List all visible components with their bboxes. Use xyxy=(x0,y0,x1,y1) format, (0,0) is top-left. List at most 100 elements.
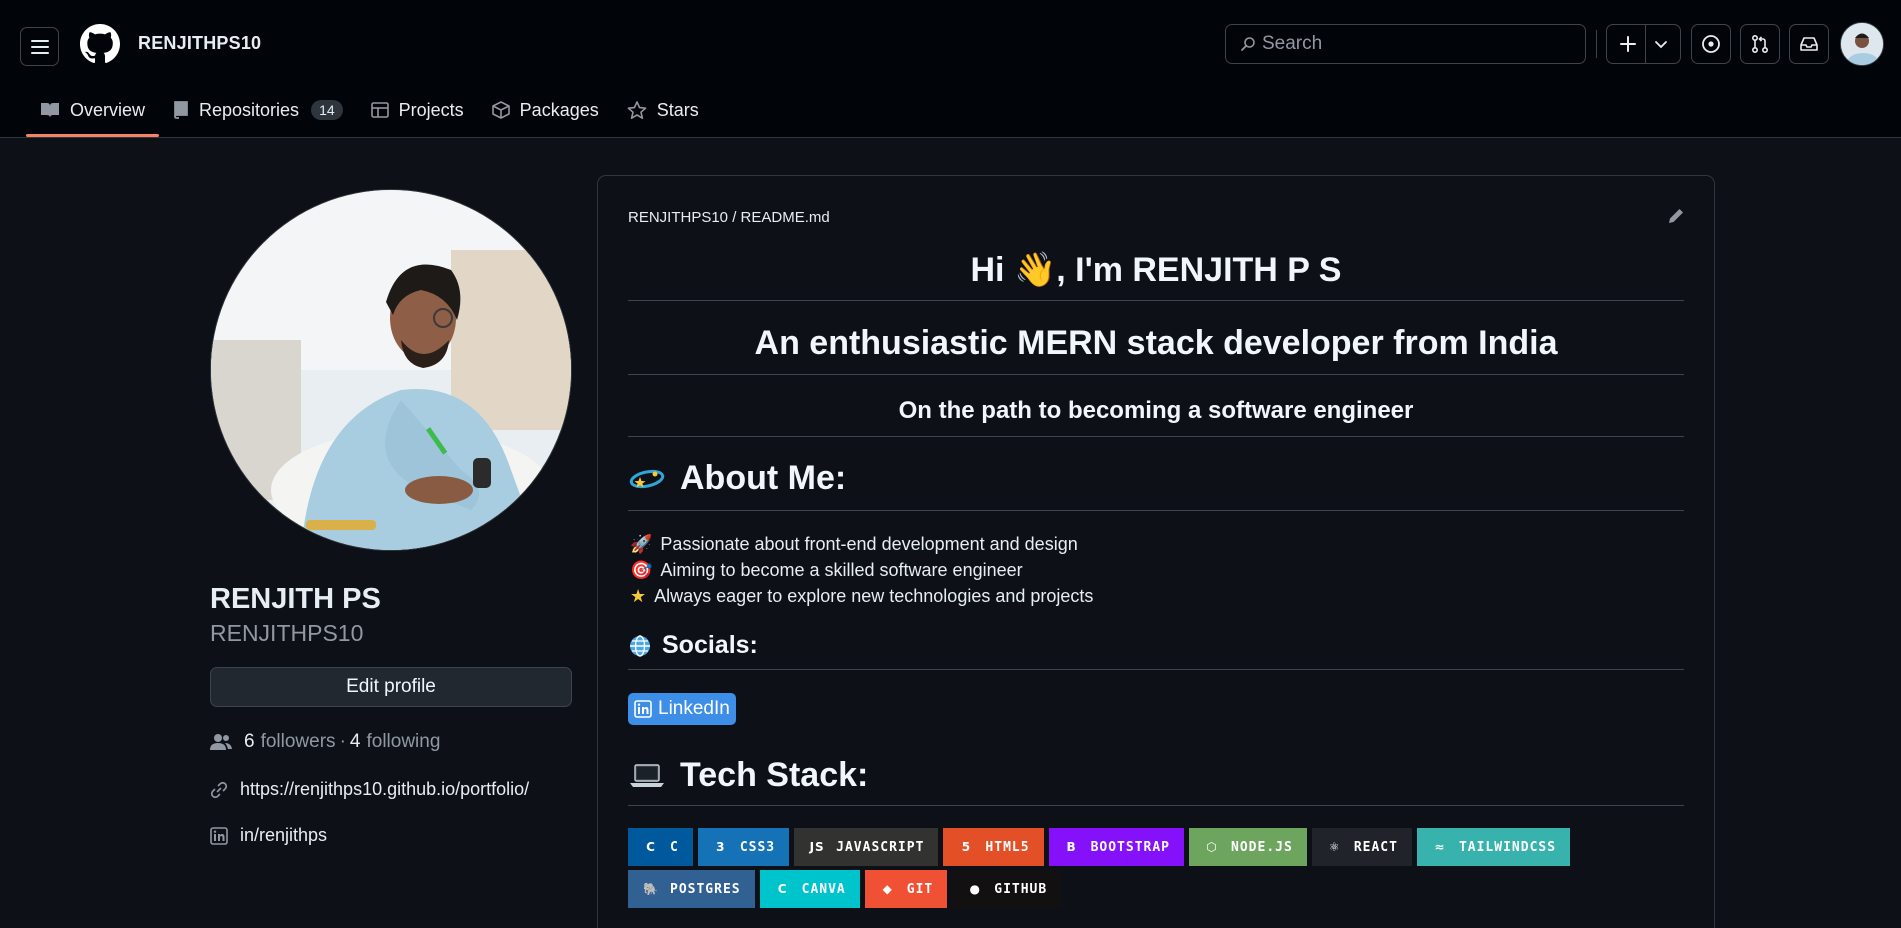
tab-stars-label: Stars xyxy=(656,99,699,120)
tech-badges: C C 3 CSS3 JS JAVASCRIPT 5 HTML5 B BOOTSTRAP ⬡ NODE… xyxy=(628,828,1684,912)
postgres-icon: 🐘 xyxy=(643,882,659,896)
create-button-separator xyxy=(1645,24,1646,64)
badge-bootstrap[interactable]: B BOOTSTRAP xyxy=(1048,828,1185,866)
website-row: https://renjithps10.github.io/portfolio/ xyxy=(210,779,529,800)
target-icon: 🎯 xyxy=(630,560,653,580)
h2-rule xyxy=(628,374,1684,375)
search-input[interactable]: Search xyxy=(1225,24,1586,64)
tech-title: Tech Stack: xyxy=(680,756,869,794)
badge-label: HTML5 xyxy=(985,839,1030,855)
badge-react[interactable]: ⚛ REACT xyxy=(1311,828,1412,866)
github-icon: ● xyxy=(969,882,981,896)
profile-login: RENJITHPS10 xyxy=(210,620,364,646)
user-avatar-button[interactable] xyxy=(1840,22,1884,66)
badge-label: POSTGRES xyxy=(670,881,741,897)
badge-label: JAVASCRIPT xyxy=(836,839,925,855)
badge-label: C xyxy=(670,839,679,855)
badge-javascript[interactable]: JS JAVASCRIPT xyxy=(794,828,939,866)
star-icon xyxy=(627,100,647,119)
followers-label: followers xyxy=(260,731,336,752)
repositories-count-badge: 14 xyxy=(311,100,343,120)
c-icon: C xyxy=(646,840,656,854)
badge-tailwindcss[interactable]: ≈ TAILWINDCSS xyxy=(1416,828,1571,866)
linkedin-badge[interactable]: LinkedIn xyxy=(628,693,736,725)
tab-repositories[interactable]: Repositories 14 xyxy=(159,84,357,136)
following-count: 4 xyxy=(349,731,361,752)
people-icon xyxy=(210,734,232,750)
tab-overview[interactable]: Overview xyxy=(26,84,160,137)
socials-rule xyxy=(628,669,1684,670)
hamburger-icon xyxy=(30,39,49,54)
dizzy-orbit-icon xyxy=(629,469,665,488)
readme-card: RENJITHPS10 / README.md Hi 👋, I'm RENJIT… xyxy=(597,175,1715,928)
readme-h3: On the path to becoming a software engin… xyxy=(898,397,1414,424)
following-link[interactable]: 4 following xyxy=(350,731,441,753)
edit-profile-button[interactable]: Edit profile xyxy=(210,667,572,707)
pencil-icon[interactable] xyxy=(1666,206,1686,226)
badge-row-1: C C 3 CSS3 JS JAVASCRIPT 5 HTML5 B BOOTSTRAP ⬡ NODE… xyxy=(628,828,1684,866)
profile-avatar[interactable] xyxy=(210,189,572,551)
about-heading: About Me: xyxy=(628,459,846,498)
badge-css3[interactable]: 3 CSS3 xyxy=(697,828,790,866)
badge-label: TAILWINDCSS xyxy=(1458,839,1557,855)
issues-button[interactable] xyxy=(1691,24,1731,64)
about-item-1-text: Passionate about front-end development a… xyxy=(660,534,1078,554)
followers-count: 6 xyxy=(244,731,255,752)
readme-path[interactable]: RENJITHPS10 / README.md xyxy=(628,209,830,226)
bootstrap-icon: B xyxy=(1066,840,1077,854)
profile-tabs: Overview Repositories 14 Projects Packag… xyxy=(26,84,713,138)
canva-icon: C xyxy=(777,882,788,896)
badge-postgres[interactable]: 🐘 POSTGRES xyxy=(628,870,755,908)
badge-canva[interactable]: C CANVA xyxy=(759,870,860,908)
tab-projects[interactable]: Projects xyxy=(357,84,478,136)
badge-git[interactable]: ◆ GIT xyxy=(864,870,948,908)
table-icon xyxy=(370,102,389,118)
about-item-1: 🚀 Passionate about front-end development… xyxy=(630,534,1078,555)
pull-request-icon xyxy=(1751,34,1769,54)
create-new-button[interactable] xyxy=(1606,24,1681,64)
link-icon xyxy=(210,781,228,798)
following-label: following xyxy=(366,731,441,752)
header-username[interactable]: RENJITHPS10 xyxy=(138,33,261,54)
badge-html5[interactable]: 5 HTML5 xyxy=(943,828,1044,866)
tab-projects-label: Projects xyxy=(398,99,464,120)
menu-button[interactable] xyxy=(20,27,59,66)
readme-h1: Hi 👋, I'm RENJITH P S xyxy=(970,251,1342,289)
tab-stars[interactable]: Stars xyxy=(613,84,713,136)
badge-github[interactable]: ● GITHUB xyxy=(952,870,1062,908)
global-header: RENJITHPS10 Search Overview Repositories… xyxy=(0,0,1901,138)
rocket-icon: 🚀 xyxy=(630,534,653,554)
book-icon xyxy=(41,103,59,118)
tab-repositories-label: Repositories xyxy=(199,99,300,120)
javascript-icon: JS xyxy=(809,840,825,854)
socials-heading: Socials: xyxy=(628,631,758,660)
package-icon xyxy=(491,101,510,119)
linkedin-badge-icon xyxy=(634,700,652,718)
tab-packages[interactable]: Packages xyxy=(478,84,613,136)
tech-rule xyxy=(628,805,1684,806)
globe-icon xyxy=(630,634,650,657)
css3-icon: 3 xyxy=(716,840,726,854)
chevron-down-icon xyxy=(1655,41,1667,49)
h1-rule xyxy=(628,300,1684,301)
readme-h2: An enthusiastic MERN stack developer fro… xyxy=(754,324,1558,362)
website-link[interactable]: https://renjithps10.github.io/portfolio/ xyxy=(240,779,529,800)
issue-circle-icon xyxy=(1702,35,1720,53)
tab-packages-label: Packages xyxy=(519,99,599,120)
follow-stats: 6 followers · 4 following xyxy=(210,731,440,753)
about-item-3-text: Always eager to explore new technologies… xyxy=(654,586,1094,606)
badge-label: NODE.JS xyxy=(1231,839,1293,855)
pull-requests-button[interactable] xyxy=(1740,24,1780,64)
github-logo-icon[interactable] xyxy=(80,24,120,64)
badge-node-js[interactable]: ⬡ NODE.JS xyxy=(1189,828,1307,866)
badge-label: CANVA xyxy=(801,881,846,897)
badge-label: GIT xyxy=(906,881,934,897)
avatar-image xyxy=(1841,23,1883,65)
badge-c[interactable]: CC xyxy=(628,828,693,866)
laptop-icon xyxy=(630,763,664,787)
inbox-button[interactable] xyxy=(1789,24,1829,64)
followers-link[interactable]: 6 followers xyxy=(244,731,336,753)
tech-heading: Tech Stack: xyxy=(628,756,868,795)
linkedin-link[interactable]: in/renjithps xyxy=(240,825,327,846)
react-icon: ⚛ xyxy=(1328,840,1341,854)
